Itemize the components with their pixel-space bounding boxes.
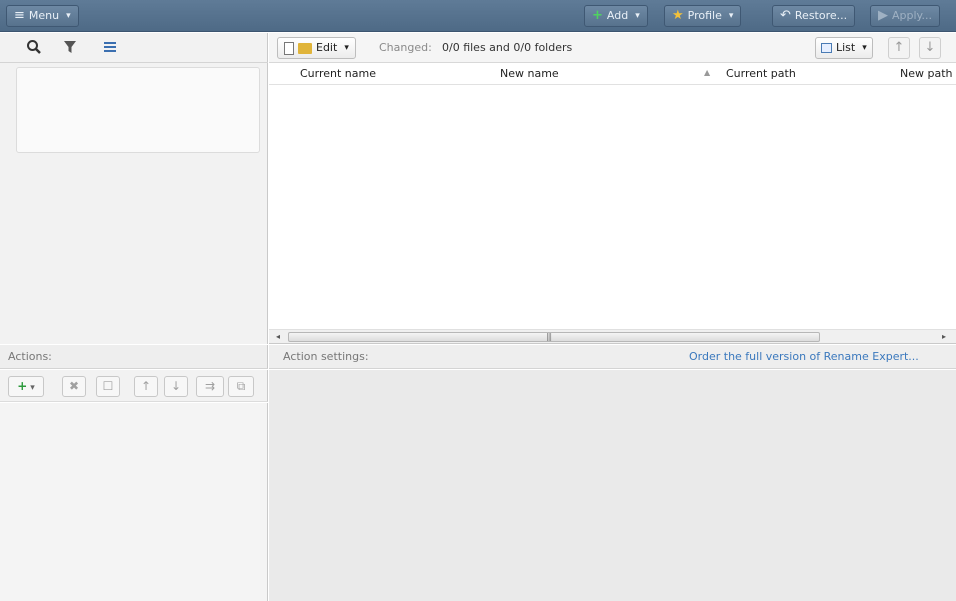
apply-label: Apply...	[892, 9, 932, 22]
delete-action-button[interactable]: ✖	[62, 376, 86, 397]
add-action-button[interactable]: + ▾	[8, 376, 44, 397]
file-list[interactable]	[269, 86, 956, 329]
plus-icon: +	[17, 379, 28, 393]
checkbox-icon: ☐	[102, 379, 114, 393]
sort-ascending-icon: ▲	[704, 68, 711, 77]
scrollbar-thumb[interactable]: |||	[288, 332, 820, 342]
apply-button[interactable]: ▶ Apply...	[870, 5, 940, 27]
action-insert-button[interactable]: ⇉	[196, 376, 224, 397]
changed-label: Changed:	[379, 41, 432, 54]
file-toolbar: Edit ▾ Changed: 0/0 files and 0/0 folder…	[269, 33, 956, 63]
column-new-name[interactable]: New name	[500, 67, 559, 80]
filter-icon[interactable]	[60, 39, 80, 59]
menu-label: Menu	[28, 9, 60, 22]
list-lines-icon[interactable]	[100, 39, 120, 59]
actions-title: Actions:	[8, 350, 52, 363]
column-new-path[interactable]: New path	[900, 67, 953, 80]
action-down-button[interactable]: ↓	[164, 376, 188, 397]
chevron-down-icon: ▾	[635, 11, 640, 21]
document-icon	[284, 41, 294, 55]
chevron-down-icon: ▾	[66, 11, 71, 21]
top-toolbar: ≡ Menu ▾ + Add ▾ ★ Profile ▾ ↶ Restore..…	[0, 0, 956, 32]
actions-list[interactable]	[0, 403, 268, 601]
grip-icon: |||	[546, 332, 552, 341]
action-settings-title: Action settings:	[283, 350, 369, 363]
hamburger-icon: ≡	[14, 8, 25, 23]
menu-button[interactable]: ≡ Menu ▾	[6, 5, 79, 27]
arrow-down-icon: ↓	[924, 40, 936, 55]
arrow-up-icon: ↑	[893, 40, 905, 55]
action-settings-header: Action settings: Order the full version …	[269, 345, 956, 369]
chevron-down-icon: ▾	[30, 383, 35, 393]
move-down-button[interactable]: ↓	[919, 37, 941, 59]
undo-icon: ↶	[780, 8, 791, 23]
left-panel	[0, 33, 268, 344]
actions-header: Actions:	[0, 345, 268, 369]
arrow-up-icon: ↑	[140, 379, 152, 393]
edit-label: Edit	[316, 41, 338, 54]
search-icon[interactable]	[24, 39, 44, 59]
disable-action-button[interactable]: ☐	[96, 376, 120, 397]
chevron-down-icon: ▾	[344, 43, 349, 53]
view-mode-button[interactable]: List ▾	[815, 37, 873, 59]
restore-label: Restore...	[794, 9, 848, 22]
action-settings-area	[269, 370, 956, 601]
move-up-button[interactable]: ↑	[888, 37, 910, 59]
file-list-header: Current name New name ▲ Current path New…	[269, 63, 956, 85]
add-label: Add	[606, 9, 629, 22]
restore-button[interactable]: ↶ Restore...	[772, 5, 856, 27]
list-view-icon	[821, 43, 832, 53]
copy-icon: ⧉	[236, 379, 246, 393]
column-current-name[interactable]: Current name	[300, 67, 376, 80]
chevron-down-icon: ▾	[862, 43, 867, 53]
add-button[interactable]: + Add ▾	[584, 5, 648, 27]
profile-button[interactable]: ★ Profile ▾	[664, 5, 742, 27]
actions-toolbar: + ▾ ✖ ☐ ↑ ↓ ⇉ ⧉	[0, 370, 268, 402]
action-copy-button[interactable]: ⧉	[228, 376, 254, 397]
scroll-right-icon[interactable]: ▸	[937, 331, 951, 343]
action-up-button[interactable]: ↑	[134, 376, 158, 397]
changed-count: 0/0 files and 0/0 folders	[442, 41, 573, 54]
plus-icon: +	[592, 8, 603, 23]
edit-button[interactable]: Edit ▾	[277, 37, 356, 59]
play-icon: ▶	[878, 8, 888, 23]
view-mode-label: List	[836, 41, 856, 54]
delete-x-icon: ✖	[68, 379, 80, 393]
arrow-down-icon: ↓	[170, 379, 182, 393]
column-current-path[interactable]: Current path	[726, 67, 796, 80]
chevron-down-icon: ▾	[728, 11, 734, 21]
scroll-left-icon[interactable]: ◂	[271, 331, 285, 343]
folder-icon	[298, 42, 312, 54]
horizontal-scrollbar[interactable]: ◂ ||| ▸	[269, 329, 956, 344]
filter-box[interactable]	[16, 67, 260, 153]
insert-icon: ⇉	[204, 379, 216, 393]
star-icon: ★	[672, 8, 684, 23]
profile-label: Profile	[687, 9, 722, 22]
left-panel-tabs	[0, 33, 268, 63]
order-full-version-link[interactable]: Order the full version of Rename Expert.…	[689, 350, 919, 363]
